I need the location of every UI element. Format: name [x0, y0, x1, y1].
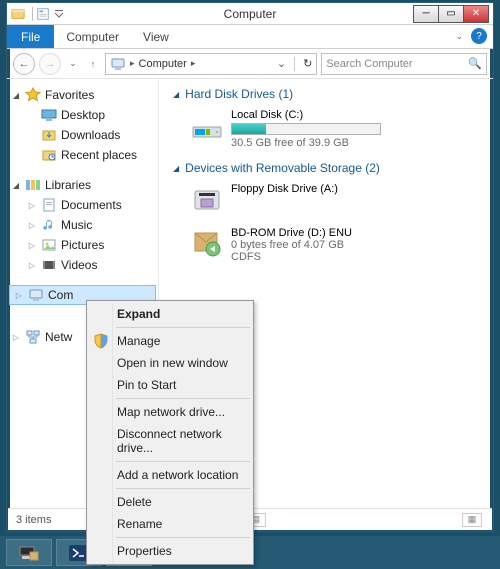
- nav-videos[interactable]: ▷Videos: [9, 255, 156, 275]
- address-row: ← → ⌄ ↑ ▸ Computer ▸ ⌄ ↻ Search Computer…: [7, 49, 493, 79]
- status-text: 3 items: [16, 514, 51, 526]
- disc-icon: [191, 227, 223, 259]
- favorites-header[interactable]: Favorites: [9, 85, 156, 105]
- star-icon: [25, 87, 41, 103]
- menu-rename[interactable]: Rename: [89, 513, 251, 535]
- drive-local-c[interactable]: Local Disk (C:) 30.5 GB free of 39.9 GB: [167, 107, 485, 159]
- drive-name: Floppy Disk Drive (A:): [231, 183, 338, 195]
- help-icon[interactable]: ?: [471, 28, 487, 44]
- search-icon: 🔍: [468, 57, 482, 70]
- menu-disconnect-network-drive[interactable]: Disconnect network drive...: [89, 423, 251, 459]
- computer-icon: [28, 287, 44, 303]
- tab-computer[interactable]: Computer: [54, 25, 131, 48]
- nav-recent-places[interactable]: Recent places: [9, 145, 156, 165]
- context-menu: Expand Manage Open in new window Pin to …: [86, 300, 254, 565]
- videos-icon: [41, 257, 57, 273]
- computer-label: Com: [48, 288, 73, 302]
- menu-properties[interactable]: Properties: [89, 540, 251, 562]
- minimize-button[interactable]: ─: [413, 5, 439, 23]
- libraries-icon: [25, 177, 41, 193]
- up-button[interactable]: ↑: [85, 53, 101, 75]
- category-hdd[interactable]: ◢Hard Disk Drives (1): [167, 85, 485, 107]
- maximize-button[interactable]: ▭: [438, 5, 464, 23]
- file-tab[interactable]: File: [7, 25, 54, 48]
- back-button[interactable]: ←: [13, 53, 35, 75]
- menu-open-new-window[interactable]: Open in new window: [89, 352, 251, 374]
- menu-delete[interactable]: Delete: [89, 491, 251, 513]
- drive-bdrom-d[interactable]: BD-ROM Drive (D:) ENU 0 bytes free of 4.…: [167, 225, 485, 273]
- libraries-label: Libraries: [45, 178, 91, 192]
- recent-locations-button[interactable]: ⌄: [65, 53, 81, 75]
- chevron-right-icon[interactable]: ▸: [130, 58, 135, 69]
- network-icon: [25, 329, 41, 345]
- capacity-bar: [231, 123, 381, 135]
- nav-downloads[interactable]: Downloads: [9, 125, 156, 145]
- drive-name: BD-ROM Drive (D:) ENU: [231, 227, 352, 239]
- address-bar[interactable]: ▸ Computer ▸ ⌄ ↻: [105, 53, 317, 75]
- nav-music[interactable]: ▷Music: [9, 215, 156, 235]
- menu-manage[interactable]: Manage: [89, 330, 251, 352]
- menu-map-network-drive[interactable]: Map network drive...: [89, 401, 251, 423]
- view-large-button[interactable]: ▦: [462, 513, 482, 527]
- floppy-icon: [191, 183, 223, 215]
- forward-button[interactable]: →: [39, 53, 61, 75]
- breadcrumb-computer[interactable]: Computer: [139, 58, 187, 70]
- shield-icon: [93, 333, 109, 349]
- nav-pictures[interactable]: ▷Pictures: [9, 235, 156, 255]
- libraries-header[interactable]: Libraries: [9, 175, 156, 195]
- address-dropdown-icon[interactable]: ⌄: [277, 57, 286, 70]
- hdd-icon: [191, 109, 223, 141]
- title-bar[interactable]: Computer ─ ▭ ✕: [7, 3, 493, 25]
- nav-documents[interactable]: ▷Documents: [9, 195, 156, 215]
- menu-add-network-location[interactable]: Add a network location: [89, 464, 251, 486]
- desktop-icon: [41, 107, 57, 123]
- documents-icon: [41, 197, 57, 213]
- music-icon: [41, 217, 57, 233]
- refresh-icon[interactable]: ↻: [303, 57, 312, 70]
- ribbon-expand-icon[interactable]: ⌄: [455, 31, 463, 48]
- search-input[interactable]: Search Computer 🔍: [321, 53, 487, 75]
- recent-icon: [41, 147, 57, 163]
- pictures-icon: [41, 237, 57, 253]
- downloads-icon: [41, 127, 57, 143]
- drive-free: 30.5 GB free of 39.9 GB: [231, 137, 381, 149]
- tab-view[interactable]: View: [131, 25, 181, 48]
- close-button[interactable]: ✕: [463, 5, 489, 23]
- search-placeholder: Search Computer: [326, 58, 412, 70]
- drive-floppy-a[interactable]: Floppy Disk Drive (A:): [167, 181, 485, 225]
- taskbar-server-manager[interactable]: [6, 539, 52, 566]
- menu-expand[interactable]: Expand: [89, 303, 251, 325]
- nav-desktop[interactable]: Desktop: [9, 105, 156, 125]
- chevron-right-icon[interactable]: ▸: [191, 58, 196, 69]
- drive-name: Local Disk (C:): [231, 109, 381, 121]
- menu-pin-to-start[interactable]: Pin to Start: [89, 374, 251, 396]
- drive-free: 0 bytes free of 4.07 GB: [231, 239, 352, 251]
- ribbon-tabs: File Computer View ⌄ ?: [7, 25, 493, 49]
- drive-fs: CDFS: [231, 251, 352, 263]
- computer-icon: [110, 56, 126, 72]
- category-removable[interactable]: ◢Devices with Removable Storage (2): [167, 159, 485, 181]
- favorites-label: Favorites: [45, 88, 94, 102]
- network-label: Netw: [45, 330, 72, 344]
